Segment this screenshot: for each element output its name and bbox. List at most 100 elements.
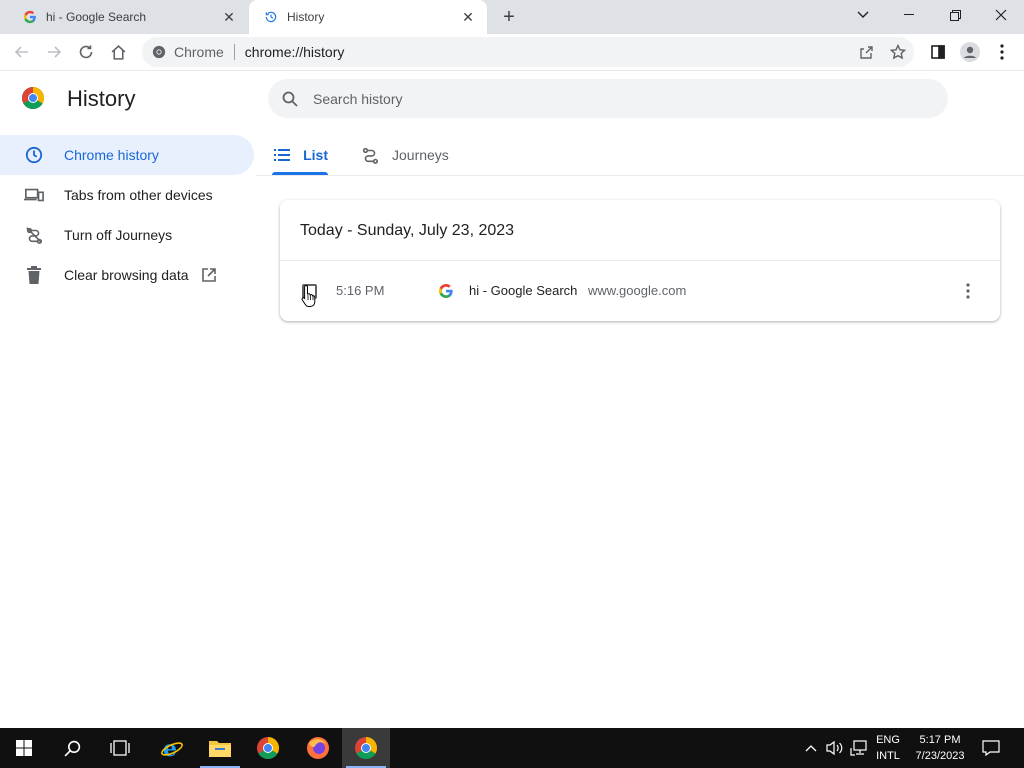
volume-icon [826, 740, 843, 756]
arrow-right-icon [48, 46, 62, 58]
home-button[interactable] [104, 38, 132, 66]
hand-cursor-icon [301, 284, 316, 307]
history-icon [263, 9, 279, 25]
date-header: Today - Sunday, July 23, 2023 [300, 222, 515, 239]
notifications-button[interactable] [976, 728, 1006, 768]
close-window-button[interactable] [978, 0, 1024, 30]
tab-title: History [287, 10, 325, 24]
tab-label: List [303, 147, 328, 163]
sidebar-item-tabs-other-devices[interactable]: Tabs from other devices [0, 175, 254, 215]
minimize-button[interactable] [886, 0, 932, 30]
tab-list[interactable]: List [272, 134, 328, 176]
history-card: Today - Sunday, July 23, 2023 5:16 PM hi… [280, 200, 1000, 321]
tab-strip: hi - Google Search ✕ History ✕ + [0, 0, 1024, 34]
clock-time: 5:17 PM [919, 734, 961, 746]
chrome-icon [152, 45, 166, 59]
network-button[interactable] [848, 728, 870, 768]
history-entry[interactable]: 5:16 PM hi - Google Search www.google.co… [280, 261, 1000, 321]
side-panel-button[interactable] [924, 38, 952, 66]
tab-google-search[interactable]: hi - Google Search ✕ [8, 0, 248, 34]
tab-history[interactable]: History ✕ [249, 0, 487, 34]
share-icon [860, 46, 873, 59]
share-button[interactable] [852, 37, 880, 67]
tab-title: hi - Google Search [46, 10, 147, 24]
home-icon [111, 44, 125, 60]
avatar-icon [960, 42, 980, 62]
start-button[interactable] [0, 728, 48, 768]
minimize-icon [904, 14, 914, 15]
taskbar-search-button[interactable] [48, 728, 96, 768]
open-in-new-icon [201, 267, 217, 283]
reload-button[interactable] [72, 38, 100, 66]
devices-icon [24, 185, 44, 205]
internet-explorer-icon: e [161, 736, 183, 760]
star-icon [890, 44, 906, 60]
task-view-button[interactable] [96, 728, 144, 768]
sidebar-item-label: Chrome history [64, 147, 159, 163]
sidebar-item-chrome-history[interactable]: Chrome history [0, 135, 254, 175]
windows-taskbar: e ENG INTL 5:17 PM 7/23/2023 [0, 728, 1024, 768]
search-box[interactable] [268, 79, 948, 118]
page-title: History [67, 86, 136, 111]
browser-toolbar: Chrome chrome://history [0, 34, 1024, 71]
chrome-icon [257, 737, 279, 759]
volume-button[interactable] [824, 728, 846, 768]
taskbar-file-explorer[interactable] [196, 728, 244, 768]
entry-time: 5:16 PM [336, 283, 385, 298]
search-icon [281, 90, 299, 108]
notification-icon [982, 740, 1000, 756]
site-info-chip[interactable]: Chrome [152, 44, 224, 60]
menu-button[interactable] [988, 38, 1016, 66]
search-icon [63, 740, 80, 757]
sidebar-item-label: Turn off Journeys [64, 227, 173, 243]
system-clock[interactable]: 5:17 PM 7/23/2023 [910, 732, 970, 764]
back-button[interactable] [8, 38, 36, 66]
journeys-icon [360, 145, 380, 165]
sidebar-item-label: Tabs from other devices [64, 187, 213, 203]
forward-button[interactable] [40, 38, 68, 66]
restore-button[interactable] [932, 0, 978, 30]
more-vert-icon [1000, 44, 1004, 60]
close-tab-icon[interactable]: ✕ [220, 8, 238, 26]
google-g-icon [439, 284, 453, 298]
new-tab-button[interactable]: + [497, 6, 521, 28]
taskbar-internet-explorer[interactable]: e [148, 728, 196, 768]
restore-icon [949, 9, 961, 21]
close-icon [995, 9, 1007, 21]
entry-domain: www.google.com [588, 283, 687, 298]
tab-search-button[interactable] [840, 0, 886, 30]
sidebar-item-turn-off-journeys[interactable]: Turn off Journeys [0, 215, 254, 255]
show-hidden-icons-button[interactable] [800, 728, 822, 768]
bookmark-button[interactable] [884, 37, 912, 67]
chrome-logo-icon [22, 87, 44, 109]
list-icon [272, 145, 291, 165]
language-indicator[interactable]: ENG INTL [868, 732, 908, 764]
chip-label: Chrome [174, 44, 224, 60]
entry-menu-button[interactable] [956, 279, 980, 303]
entry-title-link[interactable]: hi - Google Search [469, 283, 577, 298]
firefox-icon [307, 737, 329, 759]
tab-label: Journeys [392, 147, 449, 163]
sidebar-item-label: Clear browsing data [64, 267, 189, 283]
arrow-left-icon [14, 46, 28, 58]
taskbar-chrome[interactable] [244, 728, 292, 768]
profile-button[interactable] [956, 38, 984, 66]
close-tab-icon[interactable]: ✕ [459, 8, 477, 26]
chrome-icon [355, 737, 377, 759]
url-text[interactable]: chrome://history [245, 44, 345, 60]
omnibox[interactable]: Chrome chrome://history [142, 37, 914, 67]
side-panel-icon [931, 45, 945, 59]
trash-icon [24, 265, 44, 285]
tab-journeys[interactable]: Journeys [360, 134, 449, 176]
task-view-icon [110, 740, 130, 756]
reload-icon [79, 45, 93, 59]
sidebar-item-clear-browsing-data[interactable]: Clear browsing data [0, 255, 254, 295]
network-icon [850, 740, 867, 756]
language-top: ENG [876, 734, 900, 746]
taskbar-firefox[interactable] [294, 728, 342, 768]
tabs-divider [256, 175, 1024, 176]
search-history-input[interactable] [313, 90, 873, 107]
clock-date: 7/23/2023 [915, 750, 965, 762]
taskbar-chrome-active[interactable] [342, 728, 390, 768]
more-vert-icon [966, 283, 970, 299]
